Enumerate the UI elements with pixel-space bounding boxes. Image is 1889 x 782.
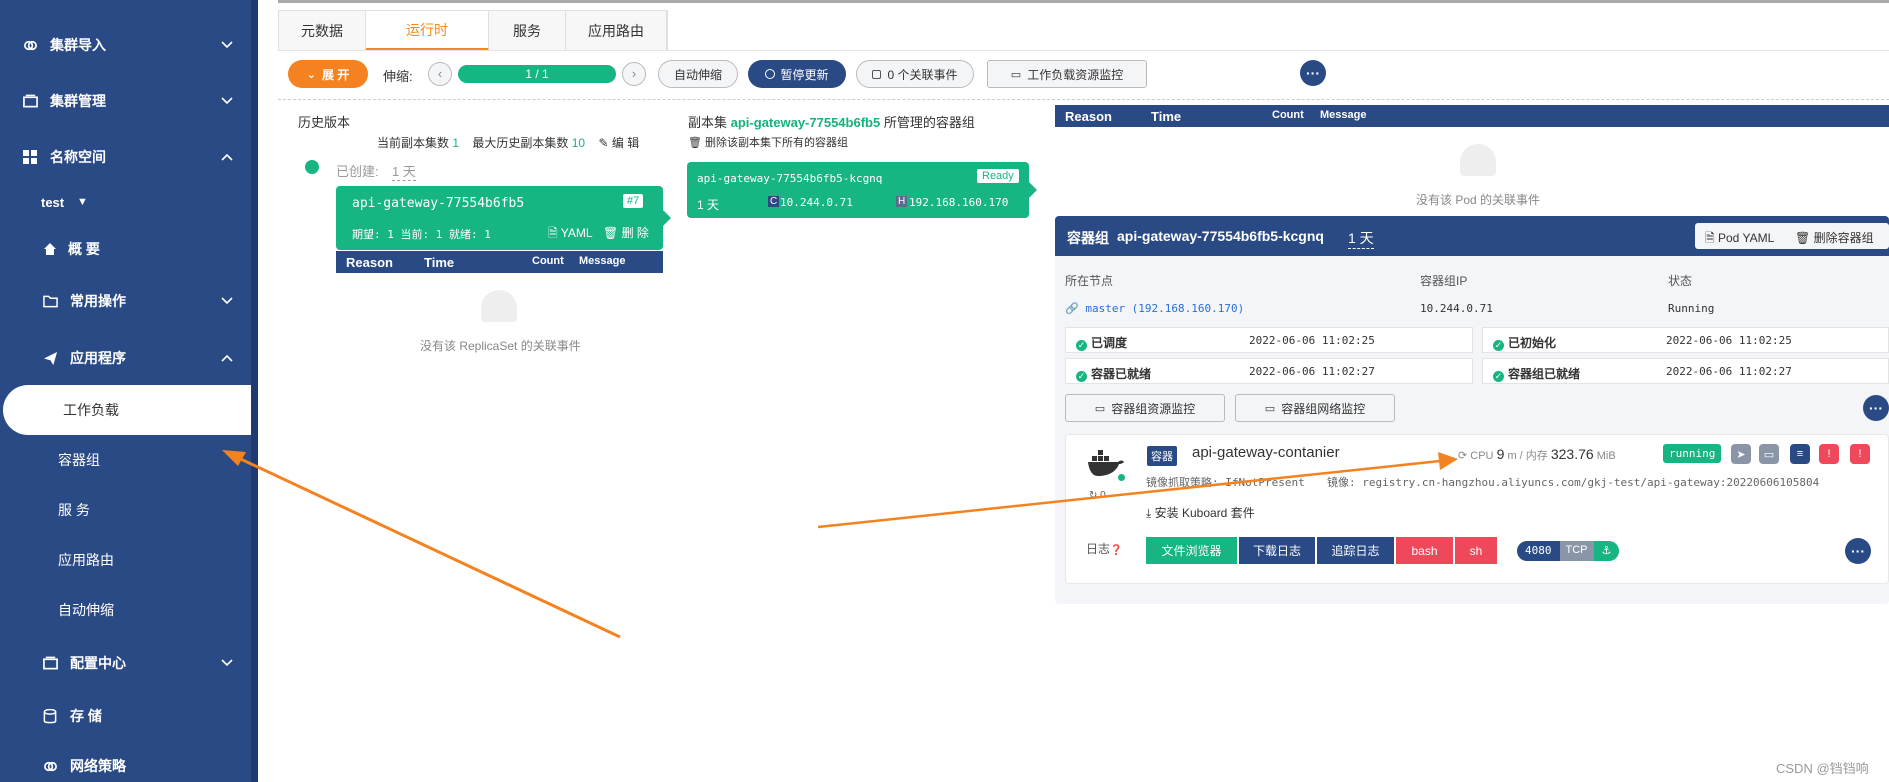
arrow-head xyxy=(222,450,246,466)
arrow-head xyxy=(1438,452,1458,470)
arrow-to-pods xyxy=(229,452,621,639)
arrow-to-resource xyxy=(817,459,1441,529)
annotation-arrows xyxy=(222,450,1458,639)
watermark: CSDN @铛铛响 xyxy=(1776,761,1869,776)
